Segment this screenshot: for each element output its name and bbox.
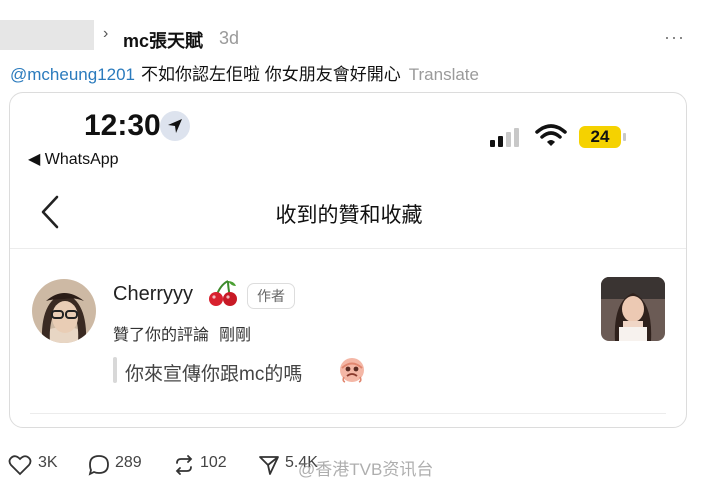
battery-tip <box>623 133 626 141</box>
comment-count: 289 <box>115 454 142 471</box>
mention-link[interactable]: @mcheung1201 <box>10 65 135 84</box>
notification-action: 贊了你的評論 剛剛 <box>113 321 251 345</box>
more-dots-icon[interactable]: ··· <box>664 27 685 48</box>
notification-username[interactable]: Cherryyy <box>113 283 193 306</box>
post-time: 3d <box>219 28 240 48</box>
wifi-icon <box>535 123 567 152</box>
status-clock: 12:30 <box>84 109 161 142</box>
author-tag: 作者 <box>247 283 295 309</box>
cherry-emoji-icon <box>208 279 238 312</box>
action-text: 贊了你的評論 <box>113 327 210 344</box>
battery-level: 24 <box>579 126 621 148</box>
reply-body: 不如你認左佢啦 你女朋友會好開心 <box>141 65 401 84</box>
redacted-username <box>0 20 94 50</box>
pleading-face-emoji-icon <box>339 357 365 388</box>
screenshot-card[interactable]: 12:30 ◀ WhatsApp 24 收到的贊和收藏 Cherryyy 作者 … <box>9 92 687 428</box>
reply-text: @mcheung1201 不如你認左佢啦 你女朋友會好開心 Translate <box>10 60 479 85</box>
post-thumbnail[interactable] <box>601 277 665 341</box>
page-title: 收到的贊和收藏 <box>275 204 423 227</box>
watermark: @香港TVB资讯台 <box>298 460 434 479</box>
like-count: 3K <box>38 454 58 471</box>
heart-icon <box>8 455 32 476</box>
translate-link[interactable]: Translate <box>409 65 479 84</box>
comment-bubble-icon <box>88 455 109 476</box>
back-to-app[interactable]: ◀ WhatsApp <box>28 149 119 169</box>
post-author[interactable]: mc張天賦 <box>123 27 203 53</box>
post-header: › mc張天賦 3d ··· <box>0 18 706 52</box>
divider <box>10 248 686 249</box>
location-arrow-icon <box>160 111 190 141</box>
divider <box>30 413 666 414</box>
action-time: 剛剛 <box>219 327 252 344</box>
repost-icon <box>175 455 193 475</box>
cellular-signal-icon <box>490 127 524 147</box>
chevron-right-icon: › <box>103 25 109 42</box>
quoted-comment: 你來宣傳你跟mc的嗎 <box>125 364 303 385</box>
avatar[interactable] <box>32 279 96 343</box>
repost-count: 102 <box>200 454 227 471</box>
send-icon <box>259 456 279 475</box>
quote-bar <box>113 357 117 383</box>
